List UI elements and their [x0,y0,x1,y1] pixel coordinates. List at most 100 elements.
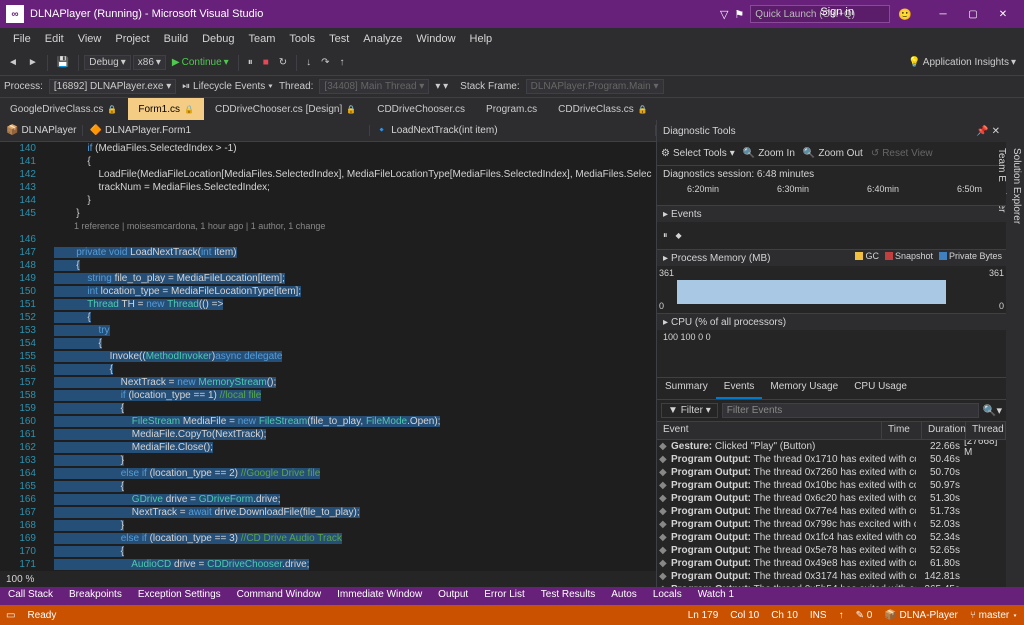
cpu-chart[interactable]: 100 100 0 0 [657,330,1006,378]
stop-button[interactable]: ■ [259,55,273,70]
repo-name[interactable]: 📦 DLNA-Player [884,610,958,621]
menu-file[interactable]: File [6,33,38,45]
tab-file[interactable]: Program.cs [476,98,548,120]
maximize-button[interactable]: ▢ [958,0,988,28]
continue-button[interactable]: ▶ Continue ▾ [168,55,233,70]
config-dropdown[interactable]: Debug ▾ [84,55,131,70]
event-row[interactable]: ◆Program Output: The thread 0x77e4 has e… [657,505,1006,518]
menu-view[interactable]: View [71,33,109,45]
menu-tools[interactable]: Tools [282,33,322,45]
diag-pin-icon[interactable]: 📌 [976,126,988,137]
zoom-in-button[interactable]: 🔍 Zoom In [743,148,795,159]
branch-name[interactable]: ⑂ master ▾ [970,610,1018,621]
tab-file[interactable]: Form1.cs 🔒 [128,98,205,120]
sidebar-tab-solution-explorer[interactable]: Solution Explorer [1009,140,1024,587]
feedback-icon[interactable]: 🙂 [898,8,912,21]
tab-file[interactable]: CDDriveClass.cs 🔒 [548,98,659,120]
tab-file[interactable]: CDDriveChooser.cs [Design] 🔒 [205,98,367,120]
event-row[interactable]: ◆Gesture: Clicked "Play" (Button)22.66s[… [657,440,1006,453]
bottom-tab-exception-settings[interactable]: Exception Settings [130,587,229,605]
save-button[interactable]: 💾 [53,55,73,70]
step-over-button[interactable]: ↷ [317,55,333,70]
event-row[interactable]: ◆Program Output: The thread 0x5e78 has e… [657,544,1006,557]
zoom-level[interactable]: 100 % [0,571,656,587]
menu-test[interactable]: Test [322,33,356,45]
sign-in-link[interactable]: Sign in [820,6,854,18]
diag-tab-summary[interactable]: Summary [657,378,716,399]
bottom-tab-output[interactable]: Output [430,587,476,605]
process-label: Process: [4,81,43,92]
tab-file[interactable]: GoogleDriveClass.cs 🔒 [0,98,128,120]
diag-tab-events[interactable]: Events [716,378,763,399]
col-duration[interactable]: Duration [922,422,966,439]
diamond-icon: ◆ [659,467,667,478]
select-tools-button[interactable]: ⚙ Select Tools ▾ [661,148,735,159]
close-button[interactable]: ✕ [988,0,1018,28]
menu-window[interactable]: Window [409,33,462,45]
menu-debug[interactable]: Debug [195,33,241,45]
bottom-tab-autos[interactable]: Autos [603,587,645,605]
process-dropdown[interactable]: [16892] DLNAPlayer.exe ▾ [49,79,176,94]
thread-dropdown[interactable]: [34408] Main Thread ▾ [319,79,429,94]
minimize-button[interactable]: ─ [928,0,958,28]
filter-button[interactable]: ▼ Filter ▾ [661,403,718,418]
step-out-button[interactable]: ↑ [336,55,349,70]
event-row[interactable]: ◆Program Output: The thread 0x7260 has e… [657,466,1006,479]
memory-chart[interactable]: 361 361 0 0 [657,266,1006,314]
menu-analyze[interactable]: Analyze [356,33,409,45]
restart-button[interactable]: ↻ [275,55,291,70]
cpu-section-header[interactable]: ▸ CPU (% of all processors) [657,314,1006,330]
bottom-tab-locals[interactable]: Locals [645,587,690,605]
diamond-marker-icon: ◆ [676,231,682,240]
tab-file[interactable]: CDDriveChooser.cs [367,98,476,120]
app-insights-button[interactable]: 💡 Application Insights ▾ [904,55,1020,70]
event-row[interactable]: ◆Program Output: The thread 0x799c has e… [657,518,1006,531]
nav-forward-button[interactable]: ► [24,55,42,70]
bottom-tab-command-window[interactable]: Command Window [229,587,329,605]
menu-team[interactable]: Team [242,33,283,45]
notification-icon[interactable]: ▽ [720,8,728,21]
diag-tab-memory-usage[interactable]: Memory Usage [762,378,846,399]
code-editor[interactable]: 140141142143144145 146147148149150151152… [0,142,656,571]
menu-build[interactable]: Build [157,33,195,45]
diag-tab-cpu-usage[interactable]: CPU Usage [846,378,915,399]
bottom-tab-breakpoints[interactable]: Breakpoints [61,587,130,605]
menu-project[interactable]: Project [108,33,156,45]
nav-project[interactable]: 📦 DLNAPlayer [0,125,83,136]
platform-dropdown[interactable]: x86 ▾ [133,55,166,70]
event-row[interactable]: ◆Program Output: The thread 0x1710 has e… [657,453,1006,466]
event-row[interactable]: ◆Program Output: The thread 0x49e8 has e… [657,557,1006,570]
bottom-tab-immediate-window[interactable]: Immediate Window [329,587,430,605]
events-section-header[interactable]: ▸ Events [657,206,1006,222]
diag-close-icon[interactable]: ✕ [992,126,1000,137]
publish-icon[interactable]: ↑ [839,610,844,621]
event-row[interactable]: ◆Program Output: The thread 0x1fc4 has e… [657,531,1006,544]
nav-class[interactable]: 🔶 DLNAPlayer.Form1 [83,125,369,136]
menu-help[interactable]: Help [463,33,500,45]
reset-view-button[interactable]: ↺ Reset View [871,148,933,159]
menu-edit[interactable]: Edit [38,33,71,45]
break-all-button[interactable]: ⏸ [244,55,257,70]
lifecycle-events-button[interactable]: ⏯ Lifecycle Events ▾ [182,81,273,92]
col-time[interactable]: Time [882,422,922,439]
event-row[interactable]: ◆Program Output: The thread 0x3174 has e… [657,570,1006,583]
filter-events-input[interactable]: Filter Events [722,403,979,418]
bottom-tab-call-stack[interactable]: Call Stack [0,587,61,605]
bottom-tab-error-list[interactable]: Error List [476,587,533,605]
bottom-tab-watch-1[interactable]: Watch 1 [690,587,742,605]
memory-section-header[interactable]: ▸ Process Memory (MB) GC Snapshot Privat… [657,250,1006,266]
event-row[interactable]: ◆Program Output: The thread 0x6c20 has e… [657,492,1006,505]
stack-frame-dropdown[interactable]: DLNAPlayer.Program.Main ▾ [526,79,664,94]
nav-member[interactable]: 🔹 LoadNextTrack(int item) [370,125,656,136]
bottom-tab-test-results[interactable]: Test Results [533,587,603,605]
step-into-button[interactable]: ↓ [302,55,315,70]
event-row[interactable]: ◆Program Output: The thread 0x10bc has e… [657,479,1006,492]
diag-tabs: SummaryEventsMemory UsageCPU Usage [657,378,1006,400]
nav-back-button[interactable]: ◄ [4,55,22,70]
zoom-out-button[interactable]: 🔍 Zoom Out [803,148,863,159]
col-event[interactable]: Event [657,422,882,439]
flag-icon[interactable]: ⚑ [734,8,744,21]
event-list[interactable]: ◆Gesture: Clicked "Play" (Button)22.66s[… [657,440,1006,587]
pending-changes-icon[interactable]: ✎ 0 [856,610,873,621]
time-ruler[interactable]: 6:20min6:30min6:40min6:50m [657,182,1006,206]
